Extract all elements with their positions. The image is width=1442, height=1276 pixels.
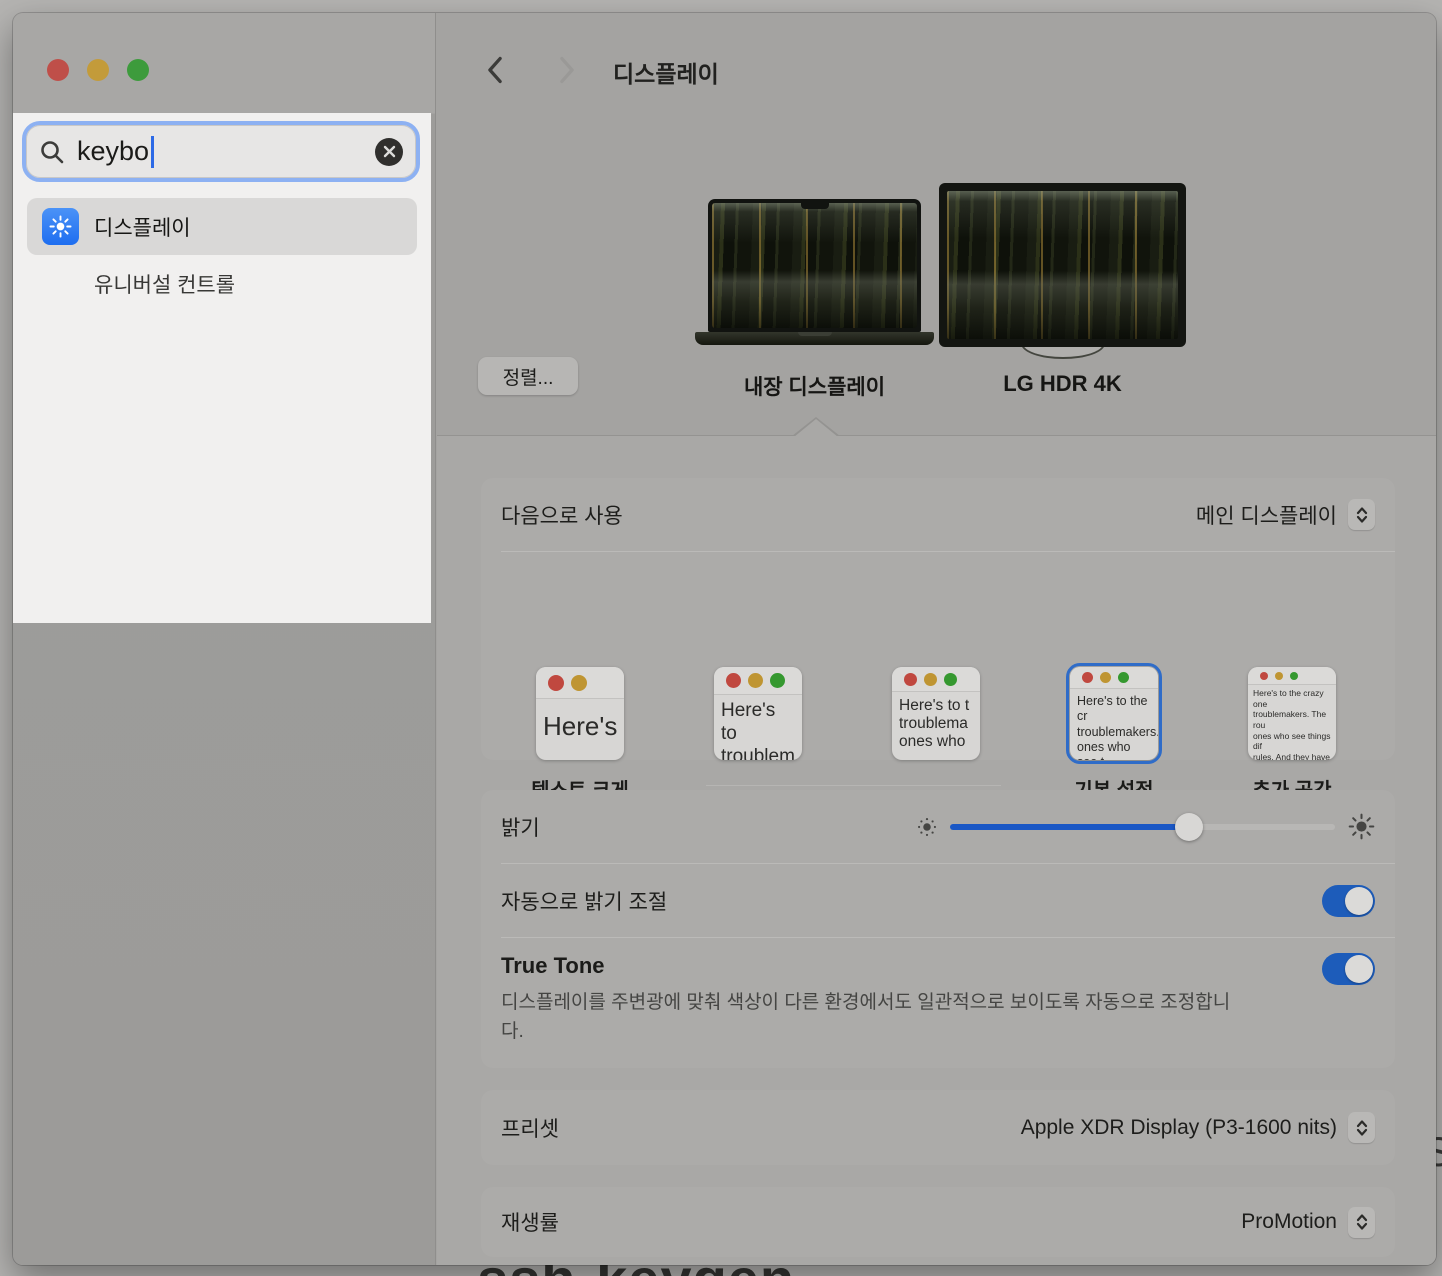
brightness-slider-fill [950, 824, 1189, 830]
selected-display-pointer [794, 419, 838, 437]
auto-brightness-toggle[interactable] [1322, 885, 1375, 917]
search-icon [39, 139, 65, 165]
wallpaper-preview [947, 191, 1178, 339]
zoom-window-button[interactable] [127, 59, 149, 81]
refresh-rate-value: ProMotion [1241, 1210, 1337, 1234]
resolution-scaling-options: Here's Here's to troublem Here's to t tr… [481, 552, 1395, 760]
brightness-card: 밝기 [481, 790, 1395, 1068]
laptop-notch [801, 203, 829, 209]
sidebar: keybo [13, 13, 436, 1265]
use-as-select[interactable] [1348, 499, 1375, 530]
refresh-rate-card: 재생률 ProMotion [481, 1187, 1395, 1257]
arrange-displays-button[interactable]: 정렬... [478, 357, 578, 395]
preset-label: 프리셋 [501, 1113, 559, 1143]
use-as-row: 다음으로 사용 메인 디스플레이 [481, 478, 1395, 551]
forward-button[interactable] [556, 56, 582, 84]
system-settings-window: keybo [13, 13, 1436, 1265]
auto-brightness-label: 자동으로 밝기 조절 [501, 886, 667, 916]
laptop-base [695, 332, 934, 345]
mini-traffic-red [548, 675, 564, 691]
chevron-right-icon [556, 56, 578, 84]
scaling-option-larger-text[interactable]: Here's [536, 667, 624, 760]
scaling-option-3[interactable]: Here's to t troublema ones who [892, 667, 980, 760]
chevron-left-icon [484, 56, 506, 84]
chevron-up-down-icon [1355, 506, 1369, 524]
use-as-label: 다음으로 사용 [501, 500, 623, 530]
page-title: 디스플레이 [613, 55, 719, 89]
preset-card: 프리셋 Apple XDR Display (P3-1600 nits) [481, 1090, 1395, 1165]
search-input-value: keybo [77, 136, 149, 167]
sun-bright-icon [1348, 813, 1375, 840]
display-thumbnail-built-in[interactable] [708, 199, 921, 332]
close-window-button[interactable] [47, 59, 69, 81]
mini-traffic-yellow [571, 675, 587, 691]
display-thumbnail-lg-hdr-4k[interactable] [939, 183, 1186, 347]
chevron-up-down-icon [1355, 1119, 1369, 1137]
search-result-label: 디스플레이 [94, 212, 191, 242]
scaling-option-2[interactable]: Here's to troublem [714, 667, 802, 760]
search-results-panel: keybo [13, 113, 431, 623]
minimize-window-button[interactable] [87, 59, 109, 81]
search-result-displays[interactable]: 디스플레이 [27, 198, 417, 255]
back-button[interactable] [484, 56, 510, 84]
true-tone-description: 디스플레이를 주변광에 맞춰 색상이 다른 환경에서도 일관적으로 보이도록 자… [501, 988, 1241, 1047]
scaling-option-more-space[interactable]: Here's to the crazy one troublemakers. T… [1248, 667, 1336, 760]
true-tone-row: True Tone 디스플레이를 주변광에 맞춰 색상이 다른 환경에서도 일관… [481, 938, 1395, 1047]
display-name-external: LG HDR 4K [939, 371, 1186, 397]
auto-brightness-row: 자동으로 밝기 조절 [481, 864, 1395, 937]
use-as-and-scaling-card: 다음으로 사용 메인 디스플레이 Here's [481, 478, 1395, 760]
brightness-row: 밝기 [481, 790, 1395, 863]
display-name-built-in: 내장 디스플레이 [708, 371, 921, 401]
search-result-universal-control[interactable]: 유니버설 컨트롤 [27, 255, 417, 312]
refresh-rate-row: 재생률 ProMotion [481, 1187, 1395, 1257]
search-result-label: 유니버설 컨트롤 [94, 269, 235, 299]
sun-dim-icon [917, 817, 937, 837]
chevron-up-down-icon [1355, 1213, 1369, 1231]
preset-row: 프리셋 Apple XDR Display (P3-1600 nits) [481, 1090, 1395, 1165]
display-settings-pane: 디스플레이 내장 디스플레이 LG HDR 4K 정렬... 다음으로 사용 메… [437, 13, 1436, 1265]
refresh-rate-label: 재생률 [501, 1207, 559, 1237]
close-icon [383, 145, 396, 158]
brightness-icon [42, 208, 79, 245]
preset-select[interactable] [1348, 1112, 1375, 1143]
brightness-slider-knob[interactable] [1175, 813, 1203, 841]
scaling-option-default[interactable]: Here's to the cr troublemakers. ones who… [1070, 667, 1158, 760]
true-tone-label: True Tone [501, 953, 1375, 979]
preset-value: Apple XDR Display (P3-1600 nits) [1021, 1116, 1337, 1140]
brightness-label: 밝기 [501, 812, 540, 842]
search-input[interactable]: keybo [22, 121, 420, 182]
true-tone-toggle[interactable] [1322, 953, 1375, 985]
brightness-slider[interactable] [950, 824, 1335, 830]
use-as-value: 메인 디스플레이 [1196, 500, 1337, 530]
clear-search-button[interactable] [375, 138, 403, 166]
refresh-rate-select[interactable] [1348, 1207, 1375, 1238]
wallpaper-preview [712, 203, 917, 328]
titlebar-traffic-lights [47, 59, 149, 81]
text-caret [151, 136, 154, 168]
